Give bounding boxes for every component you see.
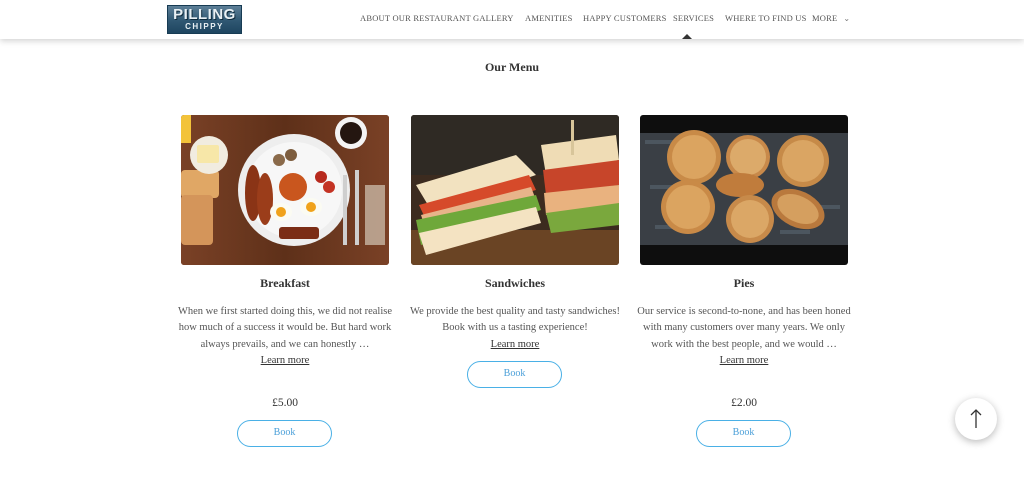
nav-where-to-find-us[interactable]: WHERE TO FIND US [725,13,807,23]
site-header: PILLING CHIPPY ABOUT OUR RESTAURANT GALL… [0,0,1024,39]
pies-title: Pies [733,276,755,290]
breakfast-description-text: When we first started doing this, we did… [177,306,393,350]
nav-more-label: MORE [812,13,838,23]
nav-gallery[interactable]: GALLERY [473,13,514,23]
nav-more[interactable]: MORE ⌄ [812,13,850,23]
main-nav: ABOUT OUR RESTAURANT GALLERY AMENITIES H… [0,13,1024,27]
pies-price: £2.00 [731,397,757,409]
active-nav-indicator [682,34,692,39]
scroll-to-top-button[interactable] [955,398,997,440]
sandwiches-description: We provide the best quality and tasty sa… [407,304,623,353]
breakfast-description: When we first started doing this, we did… [177,304,393,369]
breakfast-book-button[interactable]: Book [237,420,332,447]
sandwiches-learn-more-link[interactable]: Learn more [407,337,623,353]
chevron-down-icon: ⌄ [843,14,851,23]
sandwiches-title: Sandwiches [484,276,546,290]
breakfast-learn-more-link[interactable]: Learn more [177,353,393,369]
pies-description-text: Our service is second-to-none, and has b… [637,306,851,350]
sandwiches-description-text: We provide the best quality and tasty sa… [410,306,620,334]
nav-happy-customers[interactable]: HAPPY CUSTOMERS [583,13,667,23]
breakfast-price: £5.00 [272,397,298,409]
pies-book-button[interactable]: Book [696,420,791,447]
sandwiches-book-button[interactable]: Book [467,361,562,388]
breakfast-image [181,115,389,265]
nav-about[interactable]: ABOUT OUR RESTAURANT [360,13,471,23]
sandwiches-image [411,115,619,265]
pies-learn-more-link[interactable]: Learn more [636,353,852,369]
breakfast-title: Breakfast [260,276,310,290]
section-title: Our Menu [484,60,540,74]
nav-services[interactable]: SERVICES [673,13,714,23]
pies-image [640,115,848,265]
arrow-up-icon [970,409,982,428]
pies-description: Our service is second-to-none, and has b… [636,304,852,369]
nav-amenities[interactable]: AMENITIES [525,13,573,23]
